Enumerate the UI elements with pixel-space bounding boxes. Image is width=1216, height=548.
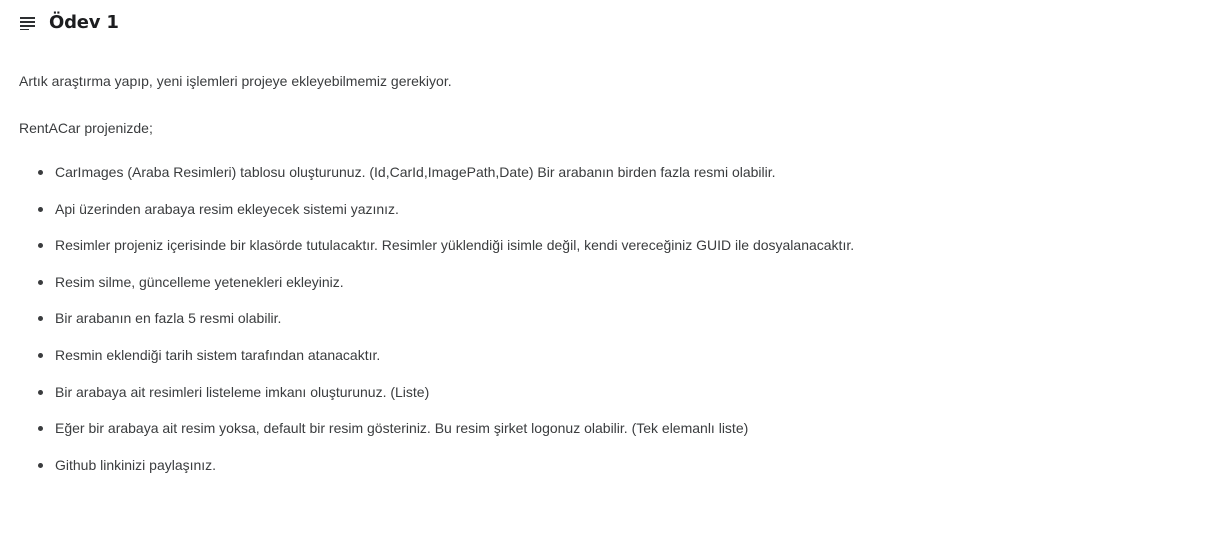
bullet-icon — [38, 462, 43, 468]
task-text: Resimler projeniz içerisinde bir klasörd… — [55, 237, 855, 254]
bullet-icon — [38, 389, 43, 395]
menu-lines-icon — [20, 16, 36, 30]
list-item: CarImages (Araba Resimleri) tablosu oluş… — [19, 163, 854, 200]
list-item: Api üzerinden arabaya resim ekleyecek si… — [19, 200, 854, 237]
task-text: Eğer bir arabaya ait resim yoksa, defaul… — [55, 420, 749, 437]
task-text: Resim silme, güncelleme yetenekleri ekle… — [55, 273, 344, 290]
assignment-page: Ödev 1 Artık araştırma yapıp, yeni işlem… — [0, 0, 1216, 548]
bullet-icon — [38, 170, 43, 175]
bullet-icon — [38, 243, 43, 249]
bullet-icon — [38, 206, 43, 212]
assignment-header: Ödev 1 — [20, 12, 119, 33]
list-item: Github linkinizi paylaşınız. — [19, 456, 854, 493]
task-text: Bir arabanın en fazla 5 resmi olabilir. — [55, 310, 282, 327]
list-item: Resimler projeniz içerisinde bir klasörd… — [19, 236, 854, 273]
list-item: Bir arabanın en fazla 5 resmi olabilir. — [19, 309, 854, 346]
task-list: CarImages (Araba Resimleri) tablosu oluş… — [19, 163, 854, 492]
task-text: Api üzerinden arabaya resim ekleyecek si… — [55, 200, 399, 217]
page-title: Ödev 1 — [49, 12, 119, 33]
bullet-icon — [38, 426, 43, 432]
list-item: Resim silme, güncelleme yetenekleri ekle… — [19, 273, 854, 310]
bullet-icon — [38, 316, 43, 322]
bullet-icon — [38, 352, 43, 358]
task-text: CarImages (Araba Resimleri) tablosu oluş… — [55, 164, 776, 180]
task-text: Github linkinizi paylaşınız. — [55, 456, 217, 473]
project-label: RentACar projenizde; — [19, 120, 153, 136]
task-text: Resmin eklendiği tarih sistem tarafından… — [55, 346, 381, 363]
task-text: Bir arabaya ait resimleri listeleme imka… — [55, 383, 430, 400]
list-item: Resmin eklendiği tarih sistem tarafından… — [19, 346, 854, 383]
bullet-icon — [38, 279, 43, 285]
list-item: Eğer bir arabaya ait resim yoksa, defaul… — [19, 419, 854, 456]
list-item: Bir arabaya ait resimleri listeleme imka… — [19, 383, 854, 420]
intro-text: Artık araştırma yapıp, yeni işlemleri pr… — [19, 73, 452, 89]
